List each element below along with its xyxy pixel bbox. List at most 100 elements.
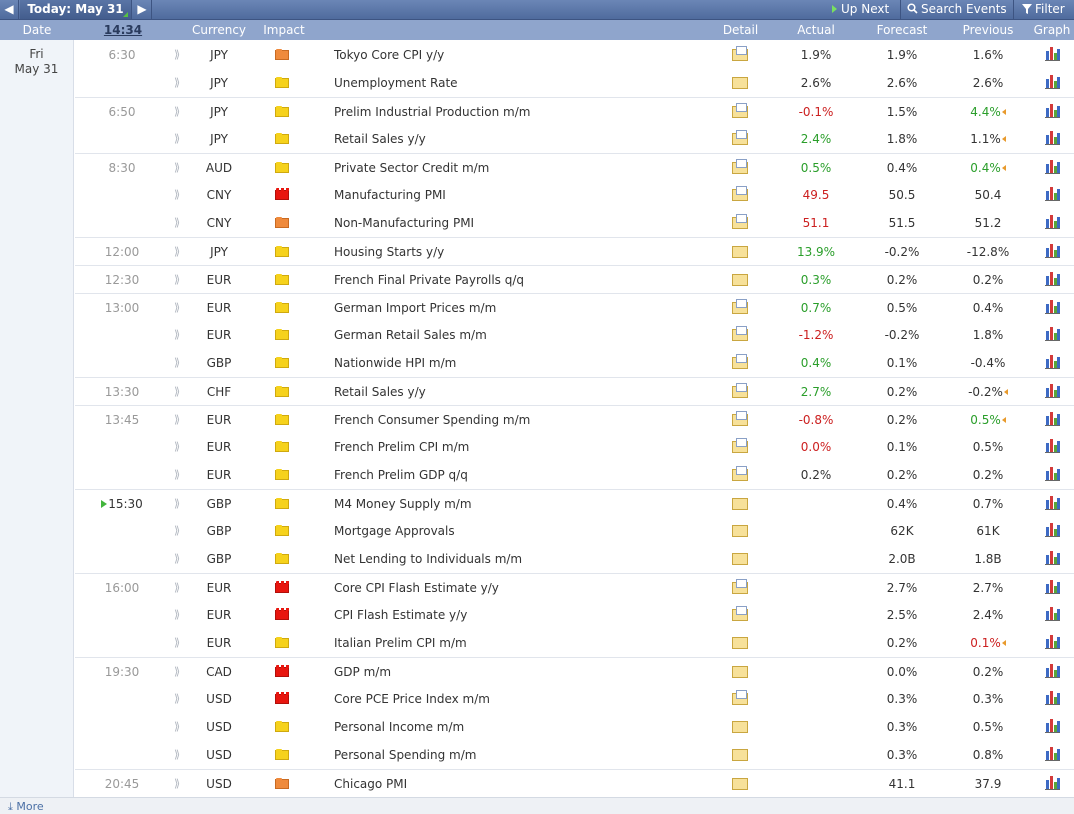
graph-icon[interactable] bbox=[1045, 215, 1061, 231]
impact-icon[interactable] bbox=[275, 302, 291, 314]
event-row[interactable]: ⟫ EUR CPI Flash Estimate y/y 2.5% 2.4% bbox=[75, 601, 1074, 629]
detail-icon[interactable] bbox=[732, 438, 748, 455]
detail-icon[interactable] bbox=[732, 747, 748, 763]
event-row[interactable]: 6:50 ⟫ JPY Prelim Industrial Production m/m… bbox=[75, 97, 1074, 125]
event-name[interactable]: Personal Income m/m bbox=[334, 713, 714, 741]
detail-icon[interactable] bbox=[732, 551, 748, 567]
sound-alert-icon[interactable]: ⟫ bbox=[171, 238, 183, 266]
detail-icon[interactable] bbox=[732, 635, 748, 651]
impact-icon[interactable] bbox=[275, 721, 291, 733]
event-name[interactable]: French Prelim CPI m/m bbox=[334, 433, 714, 461]
event-row[interactable]: ⟫ EUR German Retail Sales m/m -1.2% -0.2% 1.8… bbox=[75, 321, 1074, 349]
event-row[interactable]: 15:30 ⟫ GBP M4 Money Supply m/m 0.4% 0.7% bbox=[75, 489, 1074, 517]
graph-icon[interactable] bbox=[1045, 300, 1061, 316]
sound-alert-icon[interactable]: ⟫ bbox=[171, 770, 183, 798]
event-name[interactable]: Unemployment Rate bbox=[334, 69, 714, 97]
impact-icon[interactable] bbox=[275, 608, 291, 621]
event-name[interactable]: German Retail Sales m/m bbox=[334, 321, 714, 349]
event-row[interactable]: 16:00 ⟫ EUR Core CPI Flash Estimate y/y 2.7%… bbox=[75, 573, 1074, 601]
sound-alert-icon[interactable]: ⟫ bbox=[171, 349, 183, 377]
detail-icon[interactable] bbox=[732, 776, 748, 792]
sound-alert-icon[interactable]: ⟫ bbox=[171, 378, 183, 406]
event-name[interactable]: Personal Spending m/m bbox=[334, 741, 714, 769]
event-row[interactable]: 13:45 ⟫ EUR French Consumer Spending m/m -0.… bbox=[75, 405, 1074, 433]
detail-icon[interactable] bbox=[732, 46, 748, 63]
impact-icon[interactable] bbox=[275, 274, 291, 286]
impact-icon[interactable] bbox=[275, 77, 291, 89]
impact-icon[interactable] bbox=[275, 217, 291, 229]
sound-alert-icon[interactable]: ⟫ bbox=[171, 433, 183, 461]
event-name[interactable]: GDP m/m bbox=[334, 658, 714, 686]
sound-alert-icon[interactable]: ⟫ bbox=[171, 741, 183, 769]
graph-icon[interactable] bbox=[1045, 747, 1061, 763]
event-row[interactable]: ⟫ JPY Unemployment Rate 2.6% 2.6% 2.6% bbox=[75, 69, 1074, 97]
event-name[interactable]: Net Lending to Individuals m/m bbox=[334, 545, 714, 573]
impact-icon[interactable] bbox=[275, 49, 291, 61]
sound-alert-icon[interactable]: ⟫ bbox=[171, 209, 183, 237]
event-row[interactable]: ⟫ EUR French Prelim GDP q/q 0.2% 0.2% 0.2% bbox=[75, 461, 1074, 489]
sound-alert-icon[interactable]: ⟫ bbox=[171, 685, 183, 713]
graph-icon[interactable] bbox=[1045, 355, 1061, 371]
graph-icon[interactable] bbox=[1045, 496, 1061, 512]
detail-icon[interactable] bbox=[732, 186, 748, 203]
graph-icon[interactable] bbox=[1045, 467, 1061, 483]
impact-icon[interactable] bbox=[275, 581, 291, 594]
impact-icon[interactable] bbox=[275, 357, 291, 369]
current-time-link[interactable]: 14:34 bbox=[100, 20, 146, 40]
event-row[interactable]: ⟫ GBP Mortgage Approvals 62K 61K bbox=[75, 517, 1074, 545]
event-row[interactable]: 12:00 ⟫ JPY Housing Starts y/y 13.9% -0.2% -12… bbox=[75, 237, 1074, 265]
impact-icon[interactable] bbox=[275, 498, 291, 510]
event-name[interactable]: German Import Prices m/m bbox=[334, 294, 714, 322]
prev-day-button[interactable]: ◀ bbox=[0, 0, 19, 19]
event-name[interactable]: Core CPI Flash Estimate y/y bbox=[334, 574, 714, 602]
filter-button[interactable]: Filter bbox=[1013, 0, 1074, 19]
event-row[interactable]: ⟫ USD Personal Income m/m 0.3% 0.5% bbox=[75, 713, 1074, 741]
impact-icon[interactable] bbox=[275, 749, 291, 761]
event-name[interactable]: Core PCE Price Index m/m bbox=[334, 685, 714, 713]
event-name[interactable]: M4 Money Supply m/m bbox=[334, 490, 714, 518]
search-events-button[interactable]: Search Events bbox=[900, 0, 1012, 19]
graph-icon[interactable] bbox=[1045, 244, 1061, 260]
graph-icon[interactable] bbox=[1045, 412, 1061, 428]
graph-icon[interactable] bbox=[1045, 551, 1061, 567]
graph-icon[interactable] bbox=[1045, 131, 1061, 147]
event-row[interactable]: ⟫ USD Personal Spending m/m 0.3% 0.8% bbox=[75, 741, 1074, 769]
impact-icon[interactable] bbox=[275, 665, 291, 678]
impact-icon[interactable] bbox=[275, 525, 291, 537]
impact-icon[interactable] bbox=[275, 133, 291, 145]
sound-alert-icon[interactable]: ⟫ bbox=[171, 154, 183, 182]
event-name[interactable]: Prelim Industrial Production m/m bbox=[334, 98, 714, 126]
event-row[interactable]: 13:00 ⟫ EUR German Import Prices m/m 0.7% 0.5… bbox=[75, 293, 1074, 321]
sound-alert-icon[interactable]: ⟫ bbox=[171, 41, 183, 69]
event-name[interactable]: Non-Manufacturing PMI bbox=[334, 209, 714, 237]
event-name[interactable]: Chicago PMI bbox=[334, 770, 714, 798]
graph-icon[interactable] bbox=[1045, 439, 1061, 455]
event-row[interactable]: ⟫ GBP Net Lending to Individuals m/m 2.0B 1.… bbox=[75, 545, 1074, 573]
event-name[interactable]: Retail Sales y/y bbox=[334, 378, 714, 406]
graph-icon[interactable] bbox=[1045, 776, 1061, 792]
event-name[interactable]: Manufacturing PMI bbox=[334, 181, 714, 209]
sound-alert-icon[interactable]: ⟫ bbox=[171, 406, 183, 434]
detail-icon[interactable] bbox=[732, 130, 748, 147]
sound-alert-icon[interactable]: ⟫ bbox=[171, 125, 183, 153]
today-button[interactable]: Today: May 31 bbox=[20, 0, 132, 19]
event-name[interactable]: Housing Starts y/y bbox=[334, 238, 714, 266]
impact-icon[interactable] bbox=[275, 469, 291, 481]
event-name[interactable]: French Final Private Payrolls q/q bbox=[334, 266, 714, 294]
sound-alert-icon[interactable]: ⟫ bbox=[171, 321, 183, 349]
event-row[interactable]: ⟫ USD Core PCE Price Index m/m 0.3% 0.3% bbox=[75, 685, 1074, 713]
detail-icon[interactable] bbox=[732, 354, 748, 371]
event-row[interactable]: ⟫ JPY Retail Sales y/y 2.4% 1.8% 1.1% bbox=[75, 125, 1074, 153]
sound-alert-icon[interactable]: ⟫ bbox=[171, 294, 183, 322]
event-name[interactable]: Tokyo Core CPI y/y bbox=[334, 41, 714, 69]
detail-icon[interactable] bbox=[732, 579, 748, 596]
graph-icon[interactable] bbox=[1045, 272, 1061, 288]
impact-icon[interactable] bbox=[275, 414, 291, 426]
detail-icon[interactable] bbox=[732, 299, 748, 316]
impact-icon[interactable] bbox=[275, 188, 291, 201]
sound-alert-icon[interactable]: ⟫ bbox=[171, 98, 183, 126]
sound-alert-icon[interactable]: ⟫ bbox=[171, 461, 183, 489]
detail-icon[interactable] bbox=[732, 214, 748, 231]
event-row[interactable]: 20:45 ⟫ USD Chicago PMI 41.1 37.9 bbox=[75, 769, 1074, 797]
detail-icon[interactable] bbox=[732, 606, 748, 623]
